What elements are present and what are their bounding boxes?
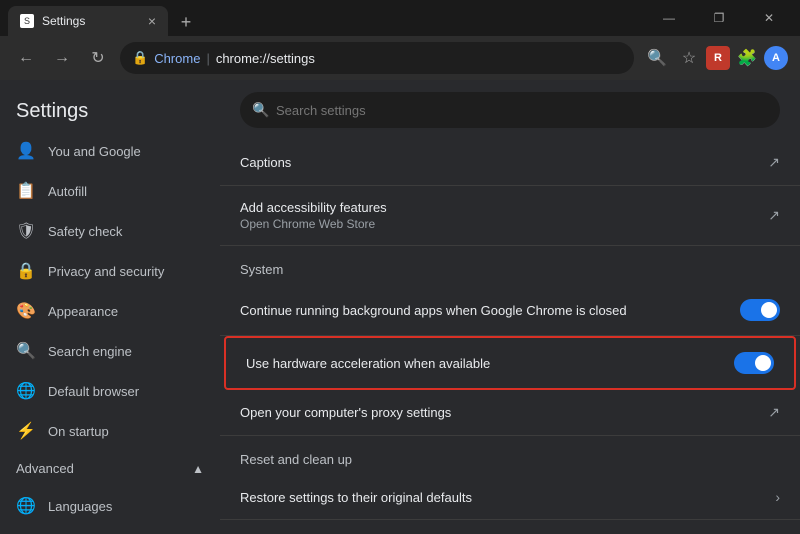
minimize-button[interactable]: — — [646, 3, 692, 33]
tab-bar: S Settings × + — [8, 0, 200, 36]
clean-computer-row[interactable]: Clean up computer › — [220, 520, 800, 534]
tab-title: Settings — [42, 14, 85, 28]
sidebar-item-languages[interactable]: 🌐 Languages — [0, 486, 212, 526]
sidebar-item-downloads[interactable]: ⬇ Downloads — [0, 526, 212, 534]
sidebar-label-autofill: Autofill — [48, 184, 87, 199]
sidebar-title: Settings — [0, 88, 220, 131]
sidebar-label-search-engine: Search engine — [48, 344, 132, 359]
sidebar-label-on-startup: On startup — [48, 424, 109, 439]
url-separator: | — [206, 51, 209, 66]
avatar[interactable]: A — [764, 46, 788, 70]
safety-check-icon: 🛡 — [16, 221, 36, 241]
sidebar-item-you-and-google[interactable]: 👤 You and Google — [0, 131, 212, 171]
url-host: Chrome — [154, 51, 200, 66]
search-input[interactable] — [240, 92, 780, 128]
advanced-arrow-icon: ▲ — [192, 462, 204, 476]
settings-tab[interactable]: S Settings × — [8, 6, 168, 36]
close-window-button[interactable]: ✕ — [746, 3, 792, 33]
captions-row[interactable]: Captions ↗ — [220, 140, 800, 186]
background-apps-title: Continue running background apps when Go… — [240, 303, 740, 318]
sidebar-item-autofill[interactable]: 📋 Autofill — [0, 171, 212, 211]
url-path: chrome://settings — [216, 51, 315, 66]
autofill-icon: 📋 — [16, 181, 36, 201]
sidebar-item-privacy-security[interactable]: 🔒 Privacy and security — [0, 251, 212, 291]
sidebar-label-you-and-google: You and Google — [48, 144, 141, 159]
sidebar-label-default-browser: Default browser — [48, 384, 139, 399]
extension-icon[interactable]: R — [706, 46, 730, 70]
you-and-google-icon: 👤 — [16, 141, 36, 161]
accessibility-subtitle: Open Chrome Web Store — [240, 217, 768, 231]
content-area: 🔍 Captions ↗ Add accessibility features … — [220, 80, 800, 534]
sidebar-item-default-browser[interactable]: 🌐 Default browser — [0, 371, 212, 411]
toolbar-icons: 🔍 ☆ R 🧩 A — [642, 43, 788, 73]
hardware-accel-text: Use hardware acceleration when available — [246, 356, 734, 371]
back-button[interactable]: ← — [12, 44, 40, 72]
default-browser-icon: 🌐 — [16, 381, 36, 401]
tab-favicon: S — [20, 14, 34, 28]
search-toolbar-button[interactable]: 🔍 — [642, 43, 672, 73]
window-controls: — ❐ ✕ — [646, 3, 792, 33]
captions-title: Captions — [240, 155, 768, 170]
system-section-label: System — [220, 246, 800, 285]
proxy-text: Open your computer's proxy settings — [240, 405, 768, 420]
accessibility-title: Add accessibility features — [240, 200, 768, 215]
hardware-accel-thumb — [755, 355, 771, 371]
accessibility-text: Add accessibility features Open Chrome W… — [240, 200, 768, 231]
sidebar-item-appearance[interactable]: 🎨 Appearance — [0, 291, 212, 331]
hardware-accel-toggle[interactable] — [734, 352, 774, 374]
restore-button[interactable]: ❐ — [696, 3, 742, 33]
background-apps-thumb — [761, 302, 777, 318]
proxy-title: Open your computer's proxy settings — [240, 405, 768, 420]
background-apps-row[interactable]: Continue running background apps when Go… — [220, 285, 800, 336]
advanced-label: Advanced — [16, 461, 74, 476]
on-startup-icon: ⚡ — [16, 421, 36, 441]
languages-icon: 🌐 — [16, 496, 36, 516]
search-icon: 🔍 — [252, 102, 269, 119]
proxy-settings-row[interactable]: Open your computer's proxy settings ↗ — [220, 390, 800, 436]
accessibility-features-row[interactable]: Add accessibility features Open Chrome W… — [220, 186, 800, 246]
sidebar-label-appearance: Appearance — [48, 304, 118, 319]
background-apps-text: Continue running background apps when Go… — [240, 303, 740, 318]
background-apps-track — [740, 299, 780, 321]
hardware-accel-track — [734, 352, 774, 374]
captions-external-icon: ↗ — [768, 154, 780, 171]
appearance-icon: 🎨 — [16, 301, 36, 321]
background-apps-toggle[interactable] — [740, 299, 780, 321]
main-layout: Settings 👤 You and Google 📋 Autofill 🛡 S… — [0, 80, 800, 534]
sidebar-label-languages: Languages — [48, 499, 112, 514]
bookmark-button[interactable]: ☆ — [674, 43, 704, 73]
sidebar: Settings 👤 You and Google 📋 Autofill 🛡 S… — [0, 80, 220, 534]
privacy-icon: 🔒 — [16, 261, 36, 281]
addressbar: ← → ↻ 🔒 Chrome | chrome://settings 🔍 ☆ R… — [0, 36, 800, 80]
restore-title: Restore settings to their original defau… — [240, 490, 775, 505]
url-bar[interactable]: 🔒 Chrome | chrome://settings — [120, 42, 634, 74]
sidebar-label-safety-check: Safety check — [48, 224, 122, 239]
new-tab-button[interactable]: + — [172, 8, 200, 36]
protocol-icon: 🔒 — [132, 50, 148, 66]
captions-text: Captions — [240, 155, 768, 170]
sidebar-item-on-startup[interactable]: ⚡ On startup — [0, 411, 212, 451]
sidebar-label-privacy: Privacy and security — [48, 264, 164, 279]
restore-chevron-icon: › — [775, 489, 780, 505]
forward-button[interactable]: → — [48, 44, 76, 72]
accessibility-external-icon: ↗ — [768, 207, 780, 224]
hardware-acceleration-row[interactable]: Use hardware acceleration when available — [224, 336, 796, 390]
hardware-accel-title: Use hardware acceleration when available — [246, 356, 734, 371]
sidebar-advanced-header[interactable]: Advanced ▲ — [0, 451, 220, 486]
titlebar: S Settings × + — ❐ ✕ — [0, 0, 800, 36]
extensions-button[interactable]: 🧩 — [732, 43, 762, 73]
sidebar-item-search-engine[interactable]: 🔍 Search engine — [0, 331, 212, 371]
restore-text: Restore settings to their original defau… — [240, 490, 775, 505]
restore-defaults-row[interactable]: Restore settings to their original defau… — [220, 475, 800, 520]
search-bar: 🔍 — [220, 80, 800, 140]
proxy-external-icon: ↗ — [768, 404, 780, 421]
sidebar-item-safety-check[interactable]: 🛡 Safety check — [0, 211, 212, 251]
search-wrap: 🔍 — [240, 92, 780, 128]
close-tab-button[interactable]: × — [148, 13, 156, 29]
reset-section-label: Reset and clean up — [220, 436, 800, 475]
search-engine-icon: 🔍 — [16, 341, 36, 361]
reload-button[interactable]: ↻ — [84, 44, 112, 72]
